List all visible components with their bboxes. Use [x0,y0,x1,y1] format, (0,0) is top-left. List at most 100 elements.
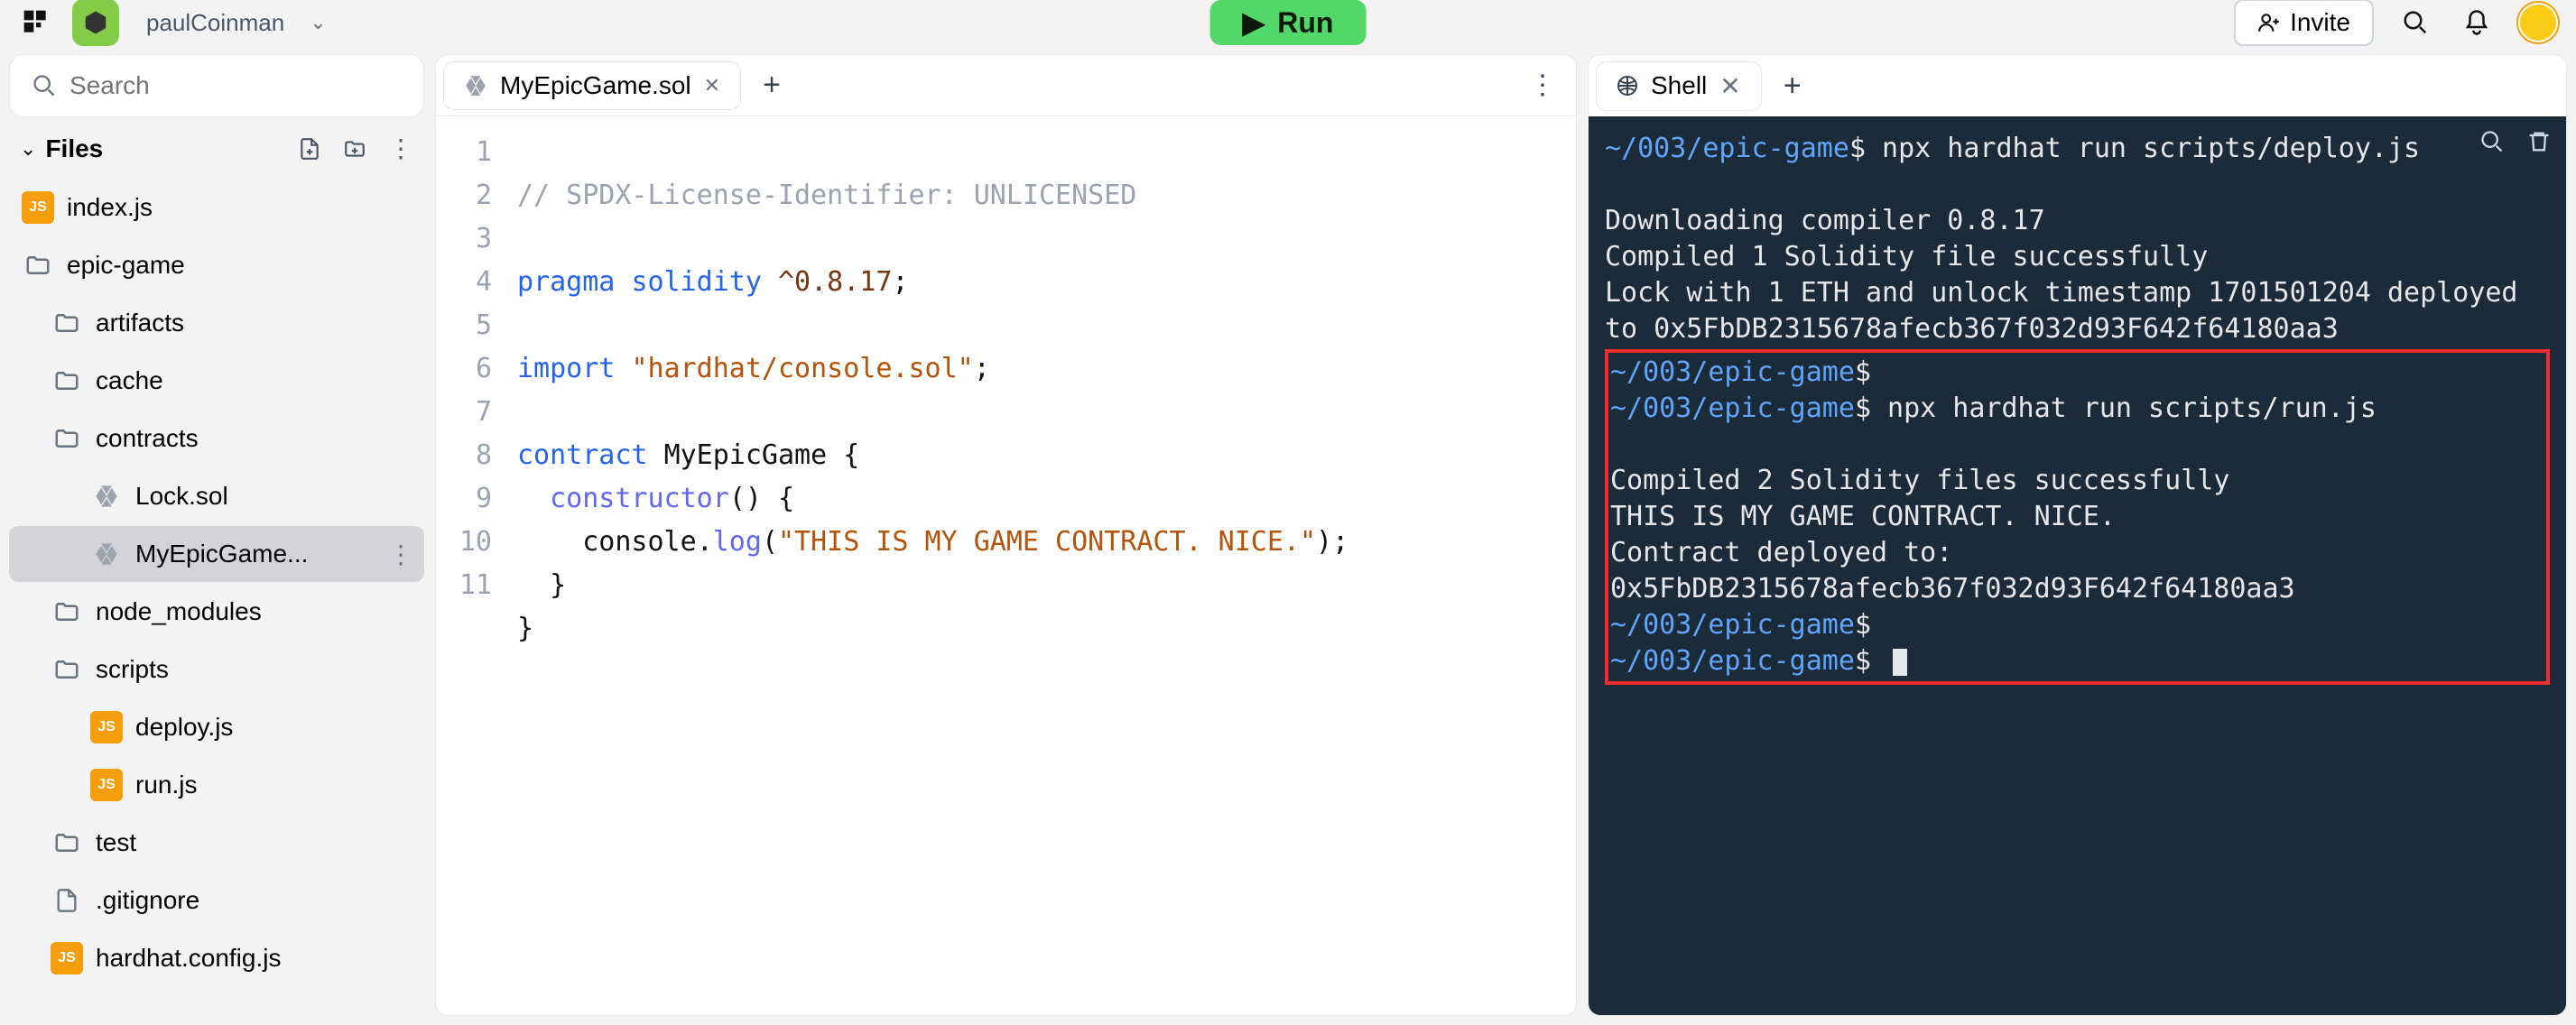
search-icon [32,73,57,98]
code-tok: . [697,526,713,558]
code-tok: constructor [550,483,729,514]
add-shell-tab-button[interactable]: + [1767,69,1818,104]
app-menu-icon[interactable] [18,5,54,41]
shell-tab-label: Shell [1651,71,1707,100]
code-tok: } [517,613,533,644]
terminal[interactable]: ~/003/epic-game$ npx hardhat run scripts… [1589,116,2566,1015]
new-file-icon[interactable] [298,137,321,161]
term-prompt: ~/003/epic-game [1605,133,1849,164]
search-input[interactable] [9,54,424,117]
chevron-down-icon[interactable]: ⌄ [310,11,326,34]
term-out: Lock with 1 ETH and unlock timestamp 170… [1605,277,2517,345]
code-tok: MyEpicGame [664,439,828,471]
file-label: test [96,828,136,857]
invite-label: Invite [2290,8,2350,37]
sidebar-item[interactable]: test [9,815,424,871]
username[interactable]: paulCoinman [146,9,284,37]
term-prompt: ~/003/epic-game [1610,356,1855,388]
term-out: $ [1855,609,1871,641]
code-tok: ( [762,526,778,558]
code-tok: ; [892,266,908,298]
code-tok: console [582,526,696,558]
avatar[interactable] [2518,3,2558,42]
code-tok: "hardhat/console.sol" [631,353,973,384]
sidebar-item[interactable]: JShardhat.config.js [9,930,424,986]
term-out: Compiled 2 Solidity files successfully [1610,465,2229,496]
editor-tab[interactable]: MyEpicGame.sol ✕ [443,61,741,110]
sidebar-item[interactable]: contracts [9,411,424,466]
shell-panel: Shell ✕ + ~/003/epic-game$ npx hardhat r… [1588,54,2567,1016]
sidebar-item[interactable]: epic-game [9,237,424,293]
file-label: scripts [96,655,169,684]
file-label: deploy.js [135,713,233,742]
editor-more-icon[interactable]: ⋮ [1516,69,1569,101]
file-label: cache [96,366,163,395]
shell-tab-bar: Shell ✕ + [1589,55,2566,116]
highlight-box: ~/003/epic-game$ ~/003/epic-game$ npx ha… [1605,349,2550,685]
bell-icon[interactable] [2457,3,2497,42]
sidebar-item[interactable]: JSdeploy.js [9,699,424,755]
code-tok: { [843,439,859,471]
code-tok: ); [1316,526,1348,558]
sidebar-item[interactable]: Lock.sol [9,468,424,524]
term-out: Compiled 1 Solidity file successfully [1605,241,2208,272]
sidebar-item[interactable]: node_modules [9,584,424,640]
term-prompt: ~/003/epic-game [1610,392,1855,424]
play-icon: ▶ [1243,5,1265,40]
term-prompt: ~/003/epic-game [1610,645,1855,677]
term-cmd: $ npx hardhat run scripts/deploy.js [1849,133,2420,164]
term-out: THIS IS MY GAME CONTRACT. NICE. [1610,501,2116,532]
new-folder-icon[interactable] [343,137,366,161]
term-prompt: ~/003/epic-game [1610,609,1855,641]
editor-tab-bar: MyEpicGame.sol ✕ + ⋮ [436,55,1576,116]
code-editor[interactable]: 1234567891011 // SPDX-License-Identifier… [436,116,1576,1015]
trash-icon[interactable] [2526,129,2552,154]
files-header[interactable]: ⌄ Files ⋮ [9,128,424,169]
file-label: artifacts [96,309,184,337]
line-gutter: 1234567891011 [436,116,510,1015]
sidebar-item[interactable]: MyEpicGame...⋮ [9,526,424,582]
add-user-icon [2257,11,2281,34]
sidebar-item[interactable]: JSrun.js [9,757,424,813]
run-button[interactable]: ▶ Run [1210,0,1367,45]
search-field[interactable] [69,71,402,100]
term-out: $ [1855,645,1887,677]
code-tok: () { [729,483,794,514]
search-icon[interactable] [2395,3,2435,42]
project-logo[interactable] [72,0,119,46]
solidity-icon [464,74,487,97]
chevron-down-icon: ⌄ [20,137,36,161]
code-tok: import [517,353,615,384]
editor-panel: MyEpicGame.sol ✕ + ⋮ 1234567891011 // SP… [435,54,1577,1016]
code-tok: pragma [517,266,615,298]
code-tok: ; [974,353,990,384]
more-icon[interactable]: ⋮ [388,134,413,163]
file-label: .gitignore [96,886,199,915]
sidebar-item[interactable]: scripts [9,642,424,697]
invite-button[interactable]: Invite [2234,0,2374,46]
run-label: Run [1277,6,1333,40]
close-icon[interactable]: ✕ [1719,71,1740,101]
term-out: Downloading compiler 0.8.17 [1605,205,2045,236]
code-tok: ^0.8.17 [778,266,892,298]
add-tab-button[interactable]: + [746,68,797,103]
terminal-tools [2479,129,2552,154]
code-tok: log [713,526,762,558]
shell-tab[interactable]: Shell ✕ [1596,61,1762,111]
sidebar-item[interactable]: artifacts [9,295,424,351]
terminal-search-icon[interactable] [2479,129,2505,154]
close-icon[interactable]: ✕ [704,74,720,97]
file-label: index.js [67,193,153,222]
file-label: contracts [96,424,199,453]
term-out: $ [1855,356,1871,388]
term-out: Contract deployed to: 0x5FbDB2315678afec… [1610,537,2295,605]
cursor [1893,649,1907,676]
sidebar-item[interactable]: cache [9,353,424,409]
shell-icon [1617,75,1638,97]
file-label: Lock.sol [135,482,228,511]
sidebar-item[interactable]: JSindex.js [9,180,424,235]
file-label: run.js [135,771,197,799]
sidebar-item[interactable]: .gitignore [9,873,424,928]
top-header: paulCoinman ⌄ ▶ Run Invite [0,0,2576,45]
more-icon[interactable]: ⋮ [388,540,413,569]
